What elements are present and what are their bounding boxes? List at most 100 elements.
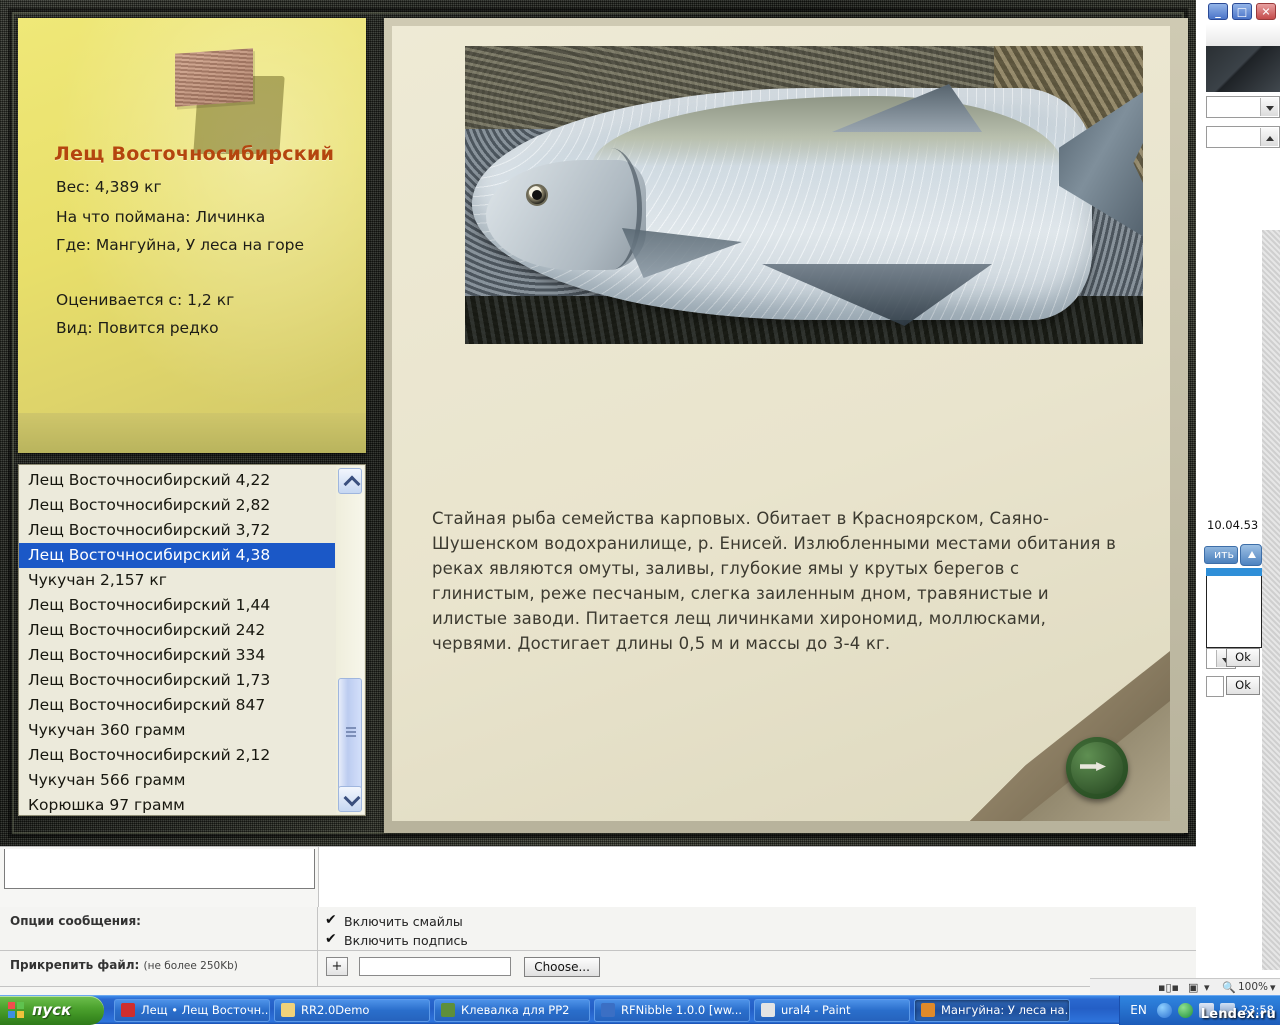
- fish-location: Где: Мангуйна, У леса на горе: [56, 236, 305, 254]
- app-icon: [601, 1003, 615, 1017]
- fish-bait: На что поймана: Личинка: [56, 208, 266, 226]
- catch-details-note: Лещ Восточносибирский Вес: 4,389 кг На ч…: [18, 18, 366, 453]
- taskbar-item-label: Клевалка для PP2: [461, 1003, 570, 1017]
- list-item[interactable]: Чукучан 360 грамм: [19, 718, 335, 743]
- right-window-scroll-track[interactable]: [1262, 230, 1280, 970]
- right-action-button[interactable]: ить: [1204, 546, 1238, 564]
- taskbar-item-label: Мангуйна: У леса на...: [941, 1003, 1070, 1017]
- option-smilies-label: Включить смайлы: [344, 914, 463, 929]
- chevron-up-icon[interactable]: [1260, 128, 1278, 146]
- fish-description: Стайная рыба семейства карповых. Обитает…: [432, 509, 1117, 653]
- right-dropdown-1[interactable]: [1206, 96, 1280, 118]
- fish-rarity: Вид: Повится редко: [56, 319, 219, 337]
- right-timestamp: 10.04.53: [1207, 518, 1259, 532]
- frog-icon: [441, 1003, 455, 1017]
- camera-icon[interactable]: ▣: [1188, 981, 1198, 994]
- choose-file-button[interactable]: Choose...: [524, 956, 600, 977]
- next-page-button[interactable]: [1066, 737, 1128, 799]
- ok-button-2[interactable]: Ok: [1226, 676, 1260, 695]
- fish-icon: [921, 1003, 935, 1017]
- list-item[interactable]: Лещ Восточносибирский 242: [19, 618, 335, 643]
- attachment-path-input[interactable]: [359, 957, 512, 976]
- fish-valuation: Оценивается с: 1,2 кг: [56, 291, 235, 309]
- attach-file-hint: (не более 250Kb): [143, 960, 238, 972]
- taskbar-item[interactable]: RFNibble 1.0.0 [ww...: [594, 998, 750, 1022]
- start-label: пуск: [32, 1001, 72, 1019]
- zoom-dropdown-icon[interactable]: ▾: [1270, 981, 1276, 994]
- message-options-label: Опции сообщения:: [0, 907, 318, 950]
- option-smilies[interactable]: Включить смайлы: [325, 911, 1188, 931]
- checkbox-smilies-icon[interactable]: [325, 911, 338, 930]
- fish-pupil: [532, 190, 542, 200]
- scroll-down-button[interactable]: [338, 786, 362, 812]
- list-item[interactable]: Лещ Восточносибирский 334: [19, 643, 335, 668]
- fish-encyclopedia-book: Стайная рыба семейства карповых. Обитает…: [384, 18, 1188, 833]
- catch-list-scrollbar[interactable]: [336, 466, 364, 814]
- scroll-up-button[interactable]: [338, 468, 362, 494]
- fish-weight: Вес: 4,389 кг: [56, 178, 162, 196]
- chevron-down-icon-3[interactable]: ▾: [1204, 981, 1210, 994]
- right-window-statusbar: ▪▯▪ ▣ ▾ 🔍 100% ▾: [1090, 978, 1280, 995]
- checkbox-signature-icon[interactable]: [325, 930, 338, 949]
- upload-arrow-icon[interactable]: [1240, 544, 1262, 566]
- close-button[interactable]: ✕: [1256, 3, 1276, 20]
- add-attachment-button[interactable]: +: [326, 957, 348, 976]
- list-item[interactable]: Чукучан 566 грамм: [19, 768, 335, 793]
- taskbar-item-label: ural4 - Paint: [781, 1003, 851, 1017]
- list-item[interactable]: Чукучан 2,157 кг: [19, 568, 335, 593]
- list-item[interactable]: Лещ Восточносибирский 1,44: [19, 593, 335, 618]
- maximize-button[interactable]: □: [1232, 3, 1252, 20]
- taskbar-buttons: Лещ • Лещ Восточн... RR2.0Demo Клевалка дл…: [114, 998, 1070, 1022]
- search-icon[interactable]: 🔍: [1222, 981, 1236, 994]
- language-indicator[interactable]: EN: [1130, 1003, 1147, 1017]
- attach-file-label: Прикрепить файл: (не более 250Kb): [0, 951, 318, 986]
- option-signature[interactable]: Включить подпись: [325, 930, 1188, 950]
- list-item[interactable]: Лещ Восточносибирский 2,82: [19, 493, 335, 518]
- list-item[interactable]: Лещ Восточносибирский 4,22: [19, 468, 335, 493]
- list-item[interactable]: Лещ Восточносибирский 4,38: [19, 543, 335, 568]
- list-item[interactable]: Лещ Восточносибирский 1,73: [19, 668, 335, 693]
- taskbar-item[interactable]: RR2.0Demo: [274, 998, 430, 1022]
- start-button[interactable]: пуск: [0, 995, 104, 1025]
- taskbar-item[interactable]: Лещ • Лещ Восточн...: [114, 998, 270, 1022]
- opera-icon: [121, 1003, 135, 1017]
- right-window-toolbar: [1206, 24, 1280, 46]
- scroll-thumb[interactable]: [338, 678, 362, 790]
- taskbar-item[interactable]: Мангуйна: У леса на...: [914, 998, 1070, 1022]
- minimize-button[interactable]: _: [1208, 3, 1228, 20]
- ok-button-1[interactable]: Ok: [1226, 648, 1260, 667]
- taskbar-item[interactable]: Клевалка для PP2: [434, 998, 590, 1022]
- at-icon[interactable]: [1177, 1002, 1193, 1018]
- folder-icon: [281, 1003, 295, 1017]
- taskbar-item[interactable]: ural4 - Paint: [754, 998, 910, 1022]
- attach-file-controls: + Choose...: [318, 951, 1196, 986]
- attach-file-text: Прикрепить файл:: [10, 958, 140, 972]
- shield-icon[interactable]: [1156, 1002, 1172, 1018]
- fishing-game-window: Лещ Восточносибирский Вес: 4,389 кг На ч…: [0, 0, 1196, 846]
- right-input-small[interactable]: [1206, 676, 1224, 697]
- list-item[interactable]: Лещ Восточносибирский 3,72: [19, 518, 335, 543]
- right-window-banner: [1206, 46, 1280, 92]
- fish-photo: [465, 46, 1143, 344]
- device-icon[interactable]: ▪▯▪: [1158, 981, 1179, 994]
- taskbar-item-label: Лещ • Лещ Восточн...: [141, 1003, 270, 1017]
- right-list-panel: [1206, 576, 1262, 648]
- list-item[interactable]: Лещ Восточносибирский 2,12: [19, 743, 335, 768]
- chevron-down-icon[interactable]: [1260, 98, 1278, 116]
- taskbar: пуск Лещ • Лещ Восточн... RR2.0Demo Клевал…: [0, 995, 1280, 1025]
- right-selected-row[interactable]: [1206, 568, 1262, 576]
- message-options-row: Опции сообщения: Включить смайлы Включит…: [0, 907, 1196, 951]
- catch-list[interactable]: Лещ Восточносибирский 4,22 Лещ Восточноси…: [18, 464, 366, 816]
- catch-list-items: Лещ Восточносибирский 4,22 Лещ Восточноси…: [19, 468, 335, 815]
- paint-icon: [761, 1003, 775, 1017]
- list-item[interactable]: Корюшка 97 грамм: [19, 793, 335, 815]
- attach-file-row: Прикрепить файл: (не более 250Kb) + Choo…: [0, 951, 1196, 987]
- taskbar-item-label: RFNibble 1.0.0 [ww...: [621, 1003, 743, 1017]
- book-page: Стайная рыба семейства карповых. Обитает…: [392, 26, 1170, 821]
- close-glyph: ✕: [1261, 5, 1271, 18]
- maximize-glyph: □: [1236, 5, 1248, 18]
- bait-block-icon: [175, 48, 253, 107]
- list-item[interactable]: Лещ Восточносибирский 847: [19, 693, 335, 718]
- forum-options-table: Опции сообщения: Включить смайлы Включит…: [0, 846, 1196, 995]
- right-dropdown-2[interactable]: [1206, 126, 1280, 148]
